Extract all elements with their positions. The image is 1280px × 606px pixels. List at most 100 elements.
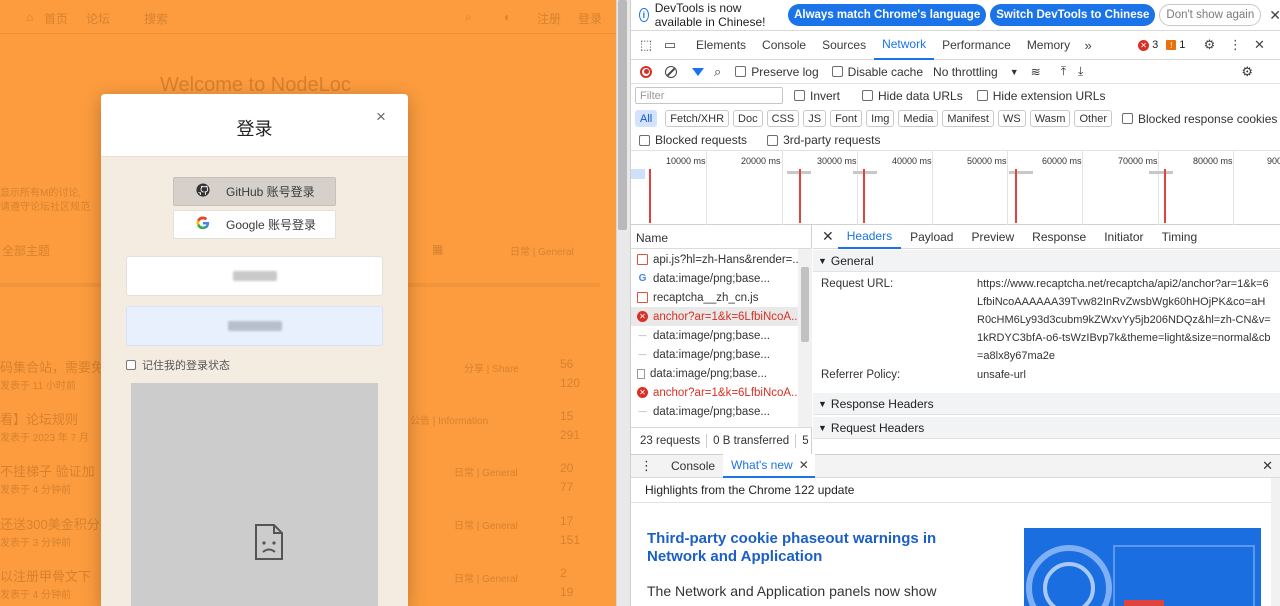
type-filter-manifest[interactable]: Manifest <box>942 110 994 127</box>
type-filter-ws[interactable]: WS <box>997 110 1026 127</box>
close-icon[interactable]: ✕ <box>1269 7 1280 24</box>
github-login-button[interactable]: GitHub 账号登录 <box>173 177 336 206</box>
request-row[interactable]: recaptcha__zh_cn.js <box>631 288 798 307</box>
remember-me[interactable]: 记住我的登录状态 <box>126 357 230 373</box>
divider <box>631 502 1271 503</box>
disable-cache-toggle[interactable]: Disable cache <box>831 65 923 79</box>
filter-input[interactable]: Filter <box>635 87 783 104</box>
close-icon[interactable]: ✕ <box>1262 458 1273 474</box>
remember-checkbox[interactable] <box>126 360 136 370</box>
hide-data-urls-checkbox[interactable] <box>862 90 874 101</box>
third-party-toggle[interactable]: 3rd-party requests <box>767 133 880 147</box>
gear-icon[interactable]: ⚙ <box>1241 64 1253 80</box>
hide-extension-urls-toggle[interactable]: Hide extension URLs <box>976 89 1105 103</box>
disable-cache-checkbox[interactable] <box>831 66 843 77</box>
page-scrollbar-thumb[interactable] <box>618 0 627 230</box>
network-conditions-icon[interactable]: ≋ <box>1031 65 1041 79</box>
error-counter[interactable]: ✕ 3 <box>1138 39 1158 51</box>
preserve-log-toggle[interactable]: Preserve log <box>735 65 819 79</box>
download-icon[interactable]: ⤓ <box>1078 64 1083 79</box>
tab-headers[interactable]: Headers <box>837 225 902 249</box>
dont-show-again-button[interactable]: Don't show again <box>1159 4 1262 26</box>
blocked-requests-toggle[interactable]: Blocked requests <box>639 133 747 147</box>
search-icon[interactable]: ⌕ <box>714 64 721 80</box>
type-filter-media[interactable]: Media <box>898 110 939 127</box>
close-icon[interactable]: ✕ <box>799 458 809 472</box>
gear-icon[interactable]: ⚙ <box>1199 37 1219 53</box>
third-party-checkbox[interactable] <box>767 134 779 146</box>
close-icon[interactable]: ✕ <box>1249 37 1269 53</box>
tab-console[interactable]: Console <box>754 31 814 60</box>
drawer-tab-whats-new[interactable]: What's new ✕ <box>723 454 815 478</box>
request-row[interactable]: ✕ anchor?ar=1&k=6LfbiNcoA... <box>631 383 798 402</box>
type-filter-doc[interactable]: Doc <box>733 110 763 127</box>
drawer-tab-console[interactable]: Console <box>663 459 723 473</box>
drawer-scrollbar[interactable] <box>1271 478 1280 606</box>
response-headers-label: Response Headers <box>830 396 934 411</box>
kebab-menu-icon[interactable]: ⋮ <box>640 458 653 474</box>
name-column-header[interactable]: Name <box>631 225 812 249</box>
request-row[interactable]: — data:image/png;base... <box>631 326 798 345</box>
tab-preview[interactable]: Preview <box>962 225 1023 249</box>
warning-counter[interactable]: ! 1 <box>1166 39 1185 51</box>
news-title-link[interactable]: Third-party cookie phaseout warnings in … <box>647 530 957 566</box>
type-filter-js[interactable]: JS <box>803 110 827 127</box>
inspect-element-icon[interactable]: ⬚ <box>636 37 656 53</box>
close-icon[interactable]: × <box>376 107 386 127</box>
tab-response[interactable]: Response <box>1023 225 1095 249</box>
type-filter-img[interactable]: Img <box>866 110 895 127</box>
tab-timing[interactable]: Timing <box>1153 225 1207 249</box>
invert-checkbox[interactable] <box>794 90 805 101</box>
tab-performance[interactable]: Performance <box>934 31 1019 60</box>
more-tabs-icon[interactable]: » <box>1078 38 1098 53</box>
tab-payload[interactable]: Payload <box>901 225 962 249</box>
blocked-requests-checkbox[interactable] <box>639 134 650 146</box>
google-login-button[interactable]: Google 账号登录 <box>173 210 336 239</box>
document-icon <box>637 368 645 379</box>
preserve-log-checkbox[interactable] <box>735 66 747 77</box>
request-row[interactable]: — data:image/png;base... <box>631 345 798 364</box>
requests-scrollbar-thumb[interactable] <box>801 267 809 342</box>
hide-extension-urls-checkbox[interactable] <box>976 90 988 101</box>
request-row[interactable]: data:image/png;base... <box>631 364 798 383</box>
type-filter-wasm[interactable]: Wasm <box>1029 110 1071 127</box>
upload-icon[interactable]: ⤒ <box>1061 64 1066 79</box>
request-row[interactable]: Gdata:image/png;base... <box>631 269 798 288</box>
tab-sources[interactable]: Sources <box>814 31 874 60</box>
blocked-cookies-toggle[interactable]: Blocked response cookies <box>1121 112 1277 126</box>
clear-icon[interactable] <box>665 65 677 78</box>
response-headers-section[interactable]: ▼ Response Headers <box>813 393 1280 415</box>
filter-icon[interactable] <box>692 67 704 76</box>
type-filter-other[interactable]: Other <box>1074 110 1112 127</box>
hide-data-urls-toggle[interactable]: Hide data URLs <box>862 89 963 103</box>
request-row[interactable]: — data:image/png;base... <box>631 402 798 421</box>
type-filter-all[interactable]: All <box>635 110 658 127</box>
requests-status-bar: 23 requests 0 B transferred 5 <box>631 427 812 454</box>
invert-toggle[interactable]: Invert <box>794 89 840 103</box>
kebab-menu-icon[interactable]: ⋮ <box>1225 37 1245 53</box>
password-field[interactable] <box>126 306 383 346</box>
timeline-tick-label: 50000 ms <box>967 156 1007 166</box>
ghost-topic-count: 17 <box>560 514 574 528</box>
request-row[interactable]: ✕ anchor?ar=1&k=6LfbiNcoA... <box>631 307 798 326</box>
type-filter-font[interactable]: Font <box>830 110 863 127</box>
device-toolbar-icon[interactable]: ▭ <box>660 37 680 53</box>
type-filter-fetch-xhr[interactable]: Fetch/XHR <box>665 110 730 127</box>
network-timeline-overview[interactable]: 10000 ms 20000 ms 30000 ms 40000 ms 5000… <box>631 150 1280 225</box>
record-icon[interactable] <box>640 65 652 78</box>
tab-initiator[interactable]: Initiator <box>1095 225 1152 249</box>
type-filter-css[interactable]: CSS <box>766 110 800 127</box>
request-headers-section[interactable]: ▼ Request Headers <box>813 417 1280 439</box>
chevron-down-icon[interactable]: ▼ <box>1010 67 1019 77</box>
tab-memory[interactable]: Memory <box>1019 31 1078 60</box>
close-icon[interactable]: ✕ <box>822 228 834 245</box>
general-section-header[interactable]: ▼ General <box>813 250 1280 272</box>
switch-to-chinese-button[interactable]: Switch DevTools to Chinese <box>990 4 1156 26</box>
tab-network[interactable]: Network <box>874 31 935 60</box>
throttling-select[interactable]: No throttling <box>933 65 998 79</box>
blocked-cookies-checkbox[interactable] <box>1121 113 1133 124</box>
request-row[interactable]: api.js?hl=zh-Hans&render=... <box>631 250 798 269</box>
always-match-language-button[interactable]: Always match Chrome's language <box>788 4 987 26</box>
username-field[interactable] <box>126 256 383 296</box>
tab-elements[interactable]: Elements <box>688 31 754 60</box>
